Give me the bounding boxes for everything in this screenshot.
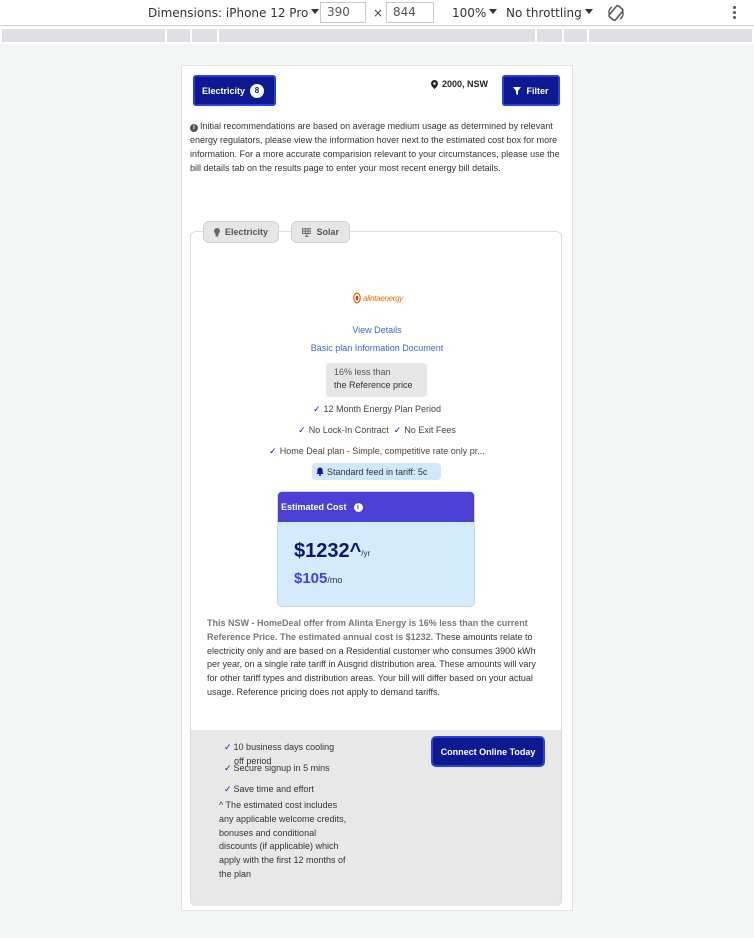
feature-plan-period: ✓ 12 Month Energy Plan Period [191, 404, 563, 415]
feature-home-deal-label: Home Deal plan - Simple, competitive rat… [279, 446, 485, 456]
check-icon: ✓ [224, 784, 232, 794]
plan-card: Electricity Solar alintaenergy View Deta… [190, 221, 563, 906]
location: 2000, NSW [431, 79, 488, 89]
check-icon: ✓ [312, 404, 321, 414]
estimated-cost-box: Estimated Cost i $1232^/yr $105/mo [277, 491, 475, 607]
ruler-segment[interactable] [192, 29, 217, 42]
chevron-down-icon [311, 9, 320, 14]
ruler-segment[interactable] [167, 29, 190, 42]
bell-icon [316, 467, 324, 476]
alinta-logo-icon [353, 292, 361, 304]
ruler-segment[interactable] [537, 29, 562, 42]
reference-price-line1: 16% less than [334, 367, 391, 377]
dimension-separator: × [373, 6, 384, 20]
info-icon: i [190, 124, 198, 132]
check-icon: ✓ [224, 763, 232, 773]
benefit-secure-signup: ✓ Secure signup in 5 mins [224, 761, 346, 775]
plan-page: Electricity 8 2000, NSW Filter i Initial … [181, 65, 573, 911]
intro-text: i Initial recommendations are based on av… [190, 119, 565, 175]
monthly-cost-value: $105 [294, 570, 328, 587]
tab-solar[interactable]: Solar [291, 221, 350, 243]
benefit-secure-signup-label: Secure signup in 5 mins [233, 763, 330, 773]
chevron-down-icon [584, 9, 593, 14]
feed-in-tariff-badge: Standard feed in tariff: 5c [312, 463, 441, 480]
feature-lockin-label: No Lock-In Contract [308, 425, 389, 435]
view-details-link[interactable]: View Details [191, 325, 563, 335]
media-query-ruler [0, 27, 754, 44]
benefit-save-time-label: Save time and effort [233, 784, 314, 794]
basic-plan-document-link[interactable]: Basic plan Information Document [191, 343, 563, 353]
reference-price-badge: 16% less than the Reference price [326, 363, 427, 397]
zoom-label: 100% [452, 6, 487, 20]
throttling-selector[interactable]: No throttling [506, 0, 593, 26]
more-options-icon[interactable] [728, 0, 740, 26]
filter-button[interactable]: Filter [502, 75, 560, 106]
info-icon[interactable]: i [353, 502, 363, 512]
location-text: 2000, NSW [442, 79, 489, 89]
retailer-logo-text: alintaenergy [363, 293, 403, 303]
plan-description: This NSW - HomeDeal offer from Alinta En… [207, 617, 547, 700]
device-label: Dimensions: iPhone 12 Pro [148, 6, 309, 20]
estimated-cost-header: Estimated Cost i [278, 492, 474, 522]
yearly-unit: /yr [361, 549, 371, 558]
device-selector[interactable]: Dimensions: iPhone 12 Pro [148, 0, 320, 26]
chevron-down-icon [489, 9, 498, 14]
throttling-label: No throttling [506, 6, 582, 20]
ruler-segment[interactable] [589, 29, 752, 42]
plan-card-footer: ✓ 10 business days cooling off period ✓ Se… [191, 730, 561, 906]
check-icon: ✓ [224, 742, 232, 752]
reference-price-line2: the Reference price [334, 380, 413, 390]
height-input[interactable]: 844 [386, 2, 434, 23]
retailer-logo: alintaenergy [353, 288, 403, 308]
feature-contract-terms: ✓ No Lock-In Contract ✓ No Exit Fees [191, 425, 563, 436]
monthly-cost: $105/mo [294, 570, 342, 587]
check-icon: ✓ [393, 425, 402, 435]
feature-exit-label: No Exit Fees [404, 425, 456, 435]
rotate-icon[interactable] [606, 3, 626, 23]
lightbulb-icon [214, 227, 220, 236]
connect-online-button[interactable]: Connect Online Today [431, 736, 545, 767]
monthly-unit: /mo [327, 575, 343, 585]
plan-count-badge: 8 [250, 83, 265, 98]
filter-button-label: Filter [526, 85, 549, 96]
intro-body: Initial recommendations are based on ave… [190, 121, 560, 173]
electricity-button[interactable]: Electricity 8 [193, 75, 276, 106]
yearly-cost-value: $1232^ [294, 540, 362, 562]
feature-plan-period-label: 12 Month Energy Plan Period [323, 404, 442, 414]
tab-electricity-label: Electricity [224, 227, 268, 237]
zoom-selector[interactable]: 100% [452, 0, 498, 26]
estimated-cost-footnote: ^ The estimated cost includes any applic… [219, 800, 347, 879]
electricity-button-label: Electricity [202, 85, 246, 96]
check-icon: ✓ [269, 446, 277, 456]
ruler-segment[interactable] [564, 29, 587, 42]
ruler-segment[interactable] [219, 29, 535, 42]
width-input[interactable]: 390 [320, 2, 366, 23]
benefit-save-time: ✓ Save time and effort [224, 782, 346, 796]
estimated-cost-title: Estimated Cost [281, 502, 347, 512]
filter-icon [513, 86, 522, 95]
devtools-toolbar: Dimensions: iPhone 12 Pro 390 × 844 100%… [0, 0, 754, 26]
ruler-segment[interactable] [2, 29, 165, 42]
feed-in-tariff-label: Standard feed in tariff: 5c [327, 466, 428, 477]
yearly-cost: $1232^/yr [294, 540, 370, 563]
feature-home-deal: ✓ Home Deal plan - Simple, competitive ra… [191, 446, 563, 457]
solar-panel-icon [302, 227, 312, 237]
map-pin-icon [431, 79, 438, 89]
tab-electricity[interactable]: Electricity [203, 221, 279, 243]
tab-solar-label: Solar [316, 227, 339, 237]
check-icon: ✓ [298, 425, 306, 435]
